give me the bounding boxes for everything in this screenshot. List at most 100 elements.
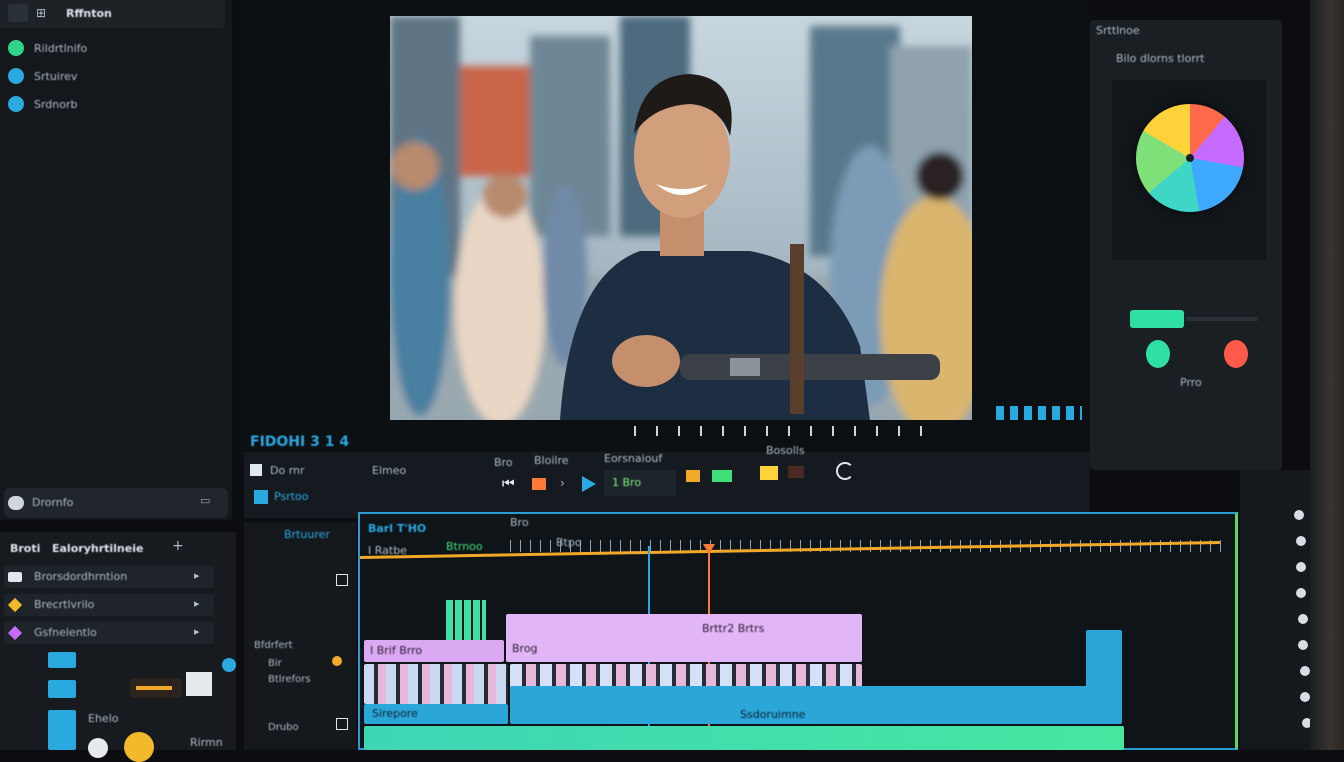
- color-wheel[interactable]: [1136, 104, 1244, 212]
- transport-mid-1[interactable]: Bloilre: [534, 454, 569, 467]
- green-marker-icon[interactable]: [712, 470, 732, 482]
- tool-icon[interactable]: [1296, 536, 1306, 546]
- viewer-scrub-ticks: [634, 426, 934, 436]
- step-icon[interactable]: ›: [560, 476, 565, 490]
- project-item-1[interactable]: Rildrtlnifo: [34, 42, 87, 55]
- record-icon[interactable]: [222, 658, 236, 672]
- transport-label-2[interactable]: Elmeo: [372, 464, 406, 477]
- transport-label-3[interactable]: Bro: [494, 456, 513, 469]
- transport-label-1[interactable]: Do rnr: [270, 464, 305, 477]
- comment-icon[interactable]: ▭: [200, 494, 210, 507]
- video-thumbnails[interactable]: [364, 664, 508, 704]
- transport-bar: Do rnr Elmeo Bro Bloilre Eorsnaiouf Boso…: [244, 444, 1090, 518]
- flag-icon[interactable]: [686, 470, 700, 482]
- playhead-handle-icon[interactable]: [703, 544, 715, 554]
- video-clip[interactable]: I Brif Brro: [364, 640, 504, 662]
- lock-icon[interactable]: [336, 574, 348, 586]
- film-icon: [8, 572, 22, 582]
- red-marker-icon[interactable]: [788, 466, 804, 478]
- video-clip[interactable]: Brog Brttr2 Brtrs: [506, 614, 862, 662]
- color-panel-title: Srttlnoe: [1096, 24, 1140, 37]
- video-preview[interactable]: [390, 16, 972, 420]
- audio-clip-end[interactable]: [1086, 630, 1122, 690]
- viewer-tools-icon[interactable]: [996, 406, 1082, 420]
- color-panel: Srttlnoe Bilo dlorns tlorrt Prro: [1090, 20, 1282, 470]
- transport-mid-3[interactable]: Bosolls: [766, 444, 805, 457]
- clip-name: Psrtoo: [274, 490, 309, 503]
- track-label-3: Btlrefors: [268, 674, 311, 685]
- slider-label: Prro: [1180, 376, 1202, 389]
- track-lock-icon[interactable]: [336, 718, 348, 730]
- project-item-2[interactable]: Srtuirev: [34, 70, 77, 83]
- audio-clip[interactable]: Sirepore: [364, 704, 508, 724]
- project-item-3[interactable]: Srdnorb: [34, 98, 78, 111]
- effects-title: Ealoryhrtilneie: [52, 542, 144, 555]
- status-dot-icon: [8, 40, 24, 56]
- settings-icon[interactable]: ▸: [194, 625, 200, 638]
- track-label-2: Bir: [268, 658, 282, 669]
- effect-row-3[interactable]: Gsfnelentlo ▸: [4, 622, 214, 644]
- effect-label-3: Gsfnelentlo: [34, 626, 97, 639]
- knob-icon[interactable]: [88, 738, 108, 758]
- timeline[interactable]: Barl T'HO Bro I Ratbe Btrnoo Btpo I Brif…: [358, 512, 1238, 750]
- settings-icon[interactable]: ▸: [194, 597, 200, 610]
- pen-icon: [7, 597, 23, 613]
- sequence-label: Barl T'HO: [368, 522, 427, 535]
- music-clip[interactable]: [364, 726, 1124, 750]
- effect-label-2: Brecrtlvrilo: [34, 598, 95, 611]
- green-picker-icon[interactable]: [1146, 340, 1170, 368]
- tool-icon[interactable]: [1300, 666, 1310, 676]
- status-dot-icon: [8, 96, 24, 112]
- project-footer-bar[interactable]: Drornfo ▭: [4, 488, 228, 518]
- yellow-marker-icon[interactable]: [760, 466, 778, 480]
- status-dot-icon: [8, 68, 24, 84]
- add-icon[interactable]: +: [172, 538, 184, 554]
- video-frame-image: [390, 16, 972, 420]
- track-label-4: Drubo: [268, 722, 299, 733]
- tool-icon[interactable]: [1300, 692, 1310, 702]
- loop-icon[interactable]: [836, 462, 854, 480]
- clip-label: Sirepore: [372, 707, 418, 720]
- track-toggle-icon[interactable]: [48, 652, 76, 668]
- track-label-1: Bfdrfert: [254, 640, 293, 651]
- play-field[interactable]: 1 Bro: [604, 470, 676, 496]
- project-panel-header: ⊞ Rffnton: [0, 0, 225, 28]
- track-header-title: Brtuurer: [284, 528, 330, 541]
- tool-icon[interactable]: [1298, 640, 1308, 650]
- settings-icon[interactable]: ▸: [194, 569, 200, 582]
- track-meter: [48, 710, 76, 750]
- slider-track: [1186, 317, 1258, 321]
- footer-label: Drornfo: [32, 496, 74, 509]
- tool-icon[interactable]: [1296, 588, 1306, 598]
- in-point-icon[interactable]: [532, 478, 546, 490]
- audio-level-meter: [446, 600, 486, 640]
- track-toggle-icon[interactable]: [48, 680, 76, 698]
- effect-row-2[interactable]: Brecrtlvrilo ▸: [4, 594, 214, 616]
- prev-frame-icon[interactable]: ⏮: [502, 476, 515, 492]
- effect-row-1[interactable]: Brorsdordhrntion ▸: [4, 566, 214, 588]
- saturation-slider[interactable]: [1130, 310, 1184, 328]
- viewer-timecode: FIDOHI 3 1 4: [250, 434, 350, 450]
- sun-icon[interactable]: [124, 732, 154, 762]
- audio-clip[interactable]: Ssdoruimne: [510, 686, 1122, 724]
- panel-menu-icon[interactable]: [8, 4, 28, 22]
- wheel-center: [1186, 154, 1194, 162]
- clip-label: Ssdoruimne: [740, 708, 806, 721]
- track-headers: Brtuurer Bfdrfert Bir Btlrefors Drubo: [244, 522, 356, 750]
- tool-icon[interactable]: [1294, 510, 1304, 520]
- tool-icon[interactable]: [1296, 562, 1306, 572]
- play-icon[interactable]: [582, 476, 596, 492]
- panel-title: Rffnton: [66, 7, 112, 20]
- transport-mid-2[interactable]: Eorsnaiouf: [604, 452, 662, 465]
- clip-label: Brttr2 Brtrs: [702, 622, 765, 635]
- marker-icon[interactable]: [250, 464, 262, 476]
- tool-icon[interactable]: [1298, 614, 1308, 624]
- effects-panel: Broti Ealoryhrtilneie + Brorsdordhrntion…: [0, 532, 236, 762]
- audio-solo-icon[interactable]: [332, 656, 342, 666]
- clip-label: I Brif Brro: [370, 644, 423, 657]
- panel-title-icon: ⊞: [36, 6, 47, 20]
- effects-header: Broti: [10, 542, 41, 555]
- red-picker-icon[interactable]: [1224, 340, 1248, 368]
- brush-icon: [7, 625, 23, 641]
- cloud-icon: [8, 496, 24, 510]
